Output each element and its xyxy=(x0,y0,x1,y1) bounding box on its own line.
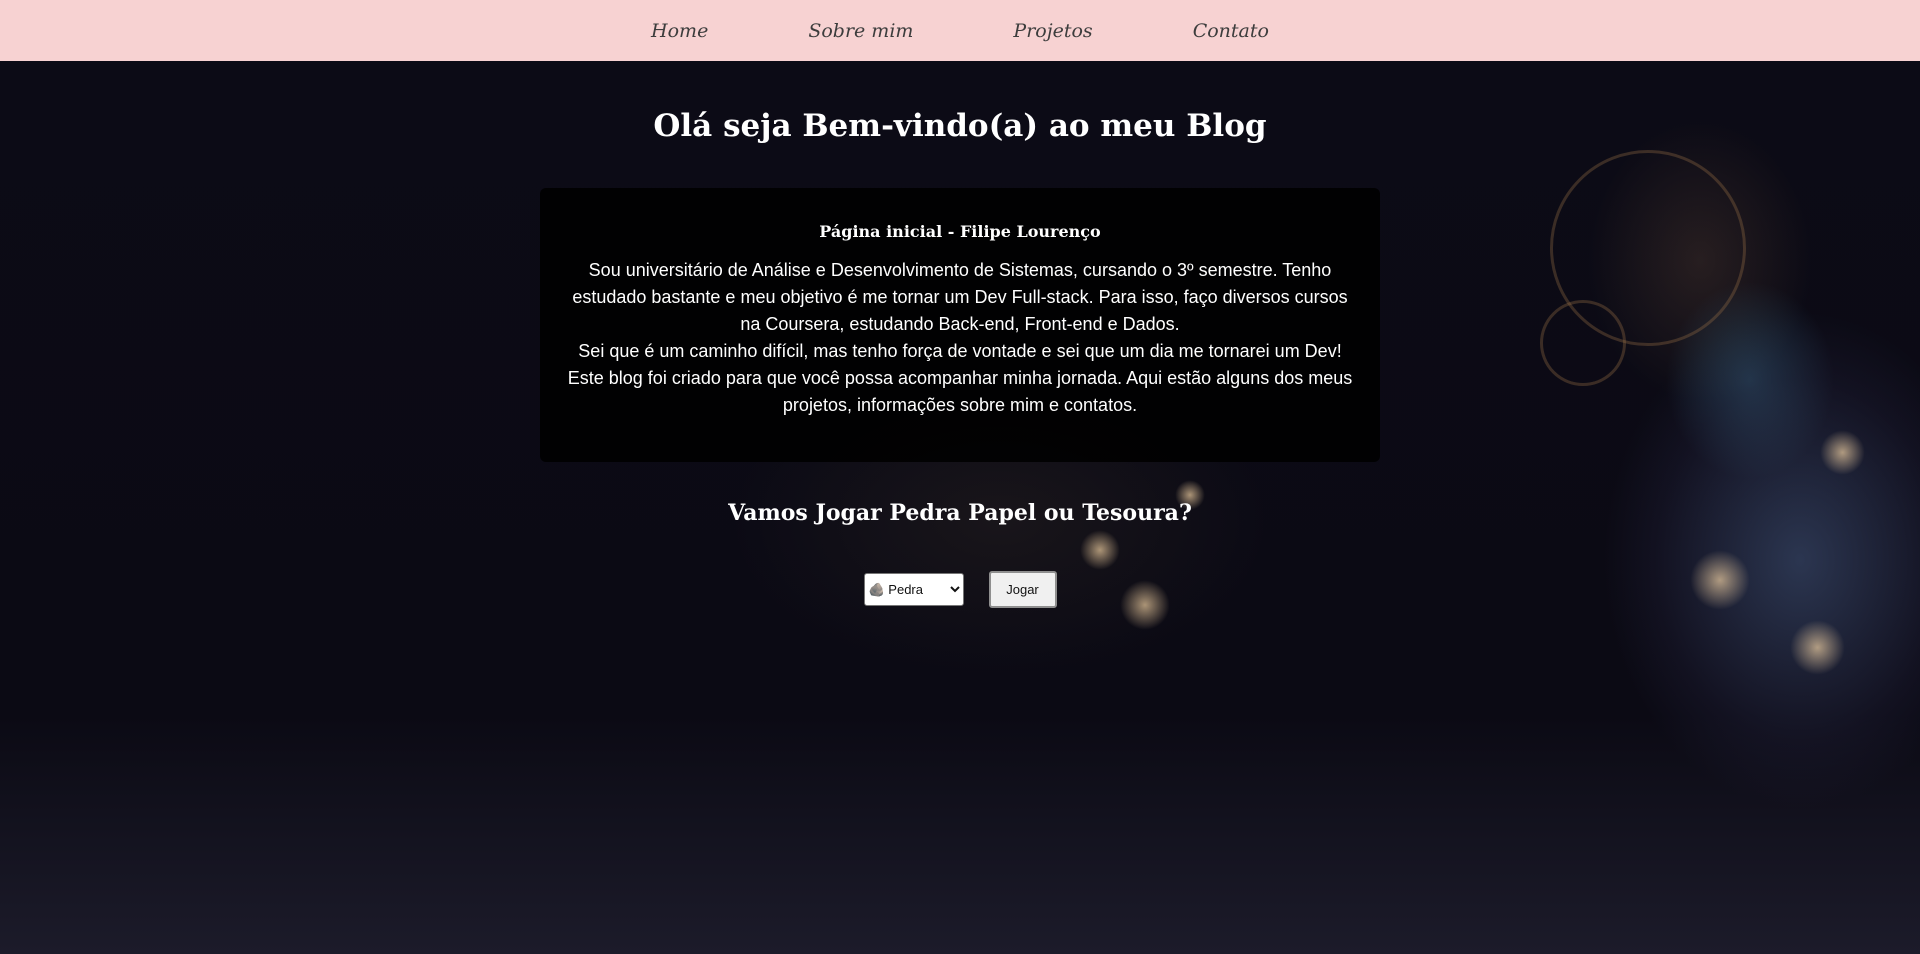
play-button[interactable]: Jogar xyxy=(988,571,1057,608)
nav-link-projetos[interactable]: Projetos xyxy=(1013,20,1092,42)
card-paragraph: Sei que é um caminho difícil, mas tenho … xyxy=(567,341,1353,415)
card-paragraph: Sou universitário de Análise e Desenvolv… xyxy=(572,260,1348,334)
game-title: Vamos Jogar Pedra Papel ou Tesoura? xyxy=(728,500,1192,526)
intro-card: Página inicial - Filipe Lourenço Sou uni… xyxy=(540,188,1380,462)
navbar: Home Sobre mim Projetos Contato xyxy=(0,0,1920,61)
choice-select[interactable]: 🪨 Pedra xyxy=(863,573,964,606)
card-heading: Página inicial - Filipe Lourenço xyxy=(819,222,1101,241)
background-decoration xyxy=(1080,530,1120,570)
background-decoration xyxy=(1790,620,1845,675)
background-decoration xyxy=(1820,430,1865,475)
nav-link-sobre-mim[interactable]: Sobre mim xyxy=(808,20,913,42)
nav-link-home[interactable]: Home xyxy=(651,20,708,42)
nav-link-contato[interactable]: Contato xyxy=(1193,20,1269,42)
background-decoration xyxy=(1540,300,1626,386)
page-title: Olá seja Bem-vindo(a) ao meu Blog xyxy=(653,108,1267,144)
game-controls: 🪨 Pedra Jogar xyxy=(0,571,1920,608)
